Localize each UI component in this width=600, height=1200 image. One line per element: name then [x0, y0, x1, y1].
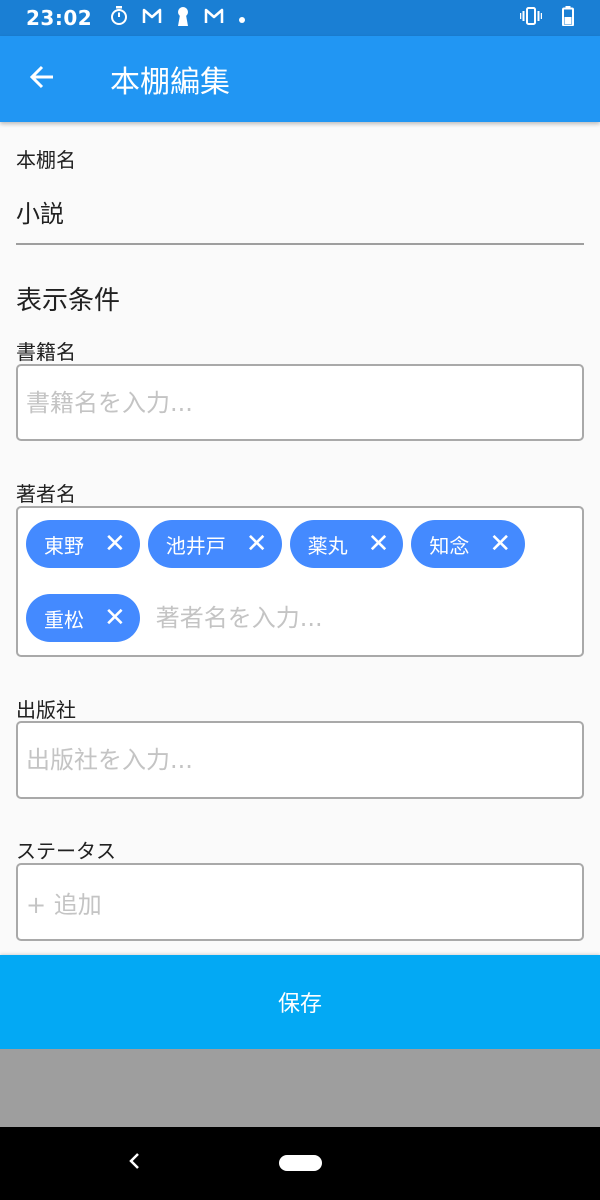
author-chip[interactable]: 薬丸 ✕	[289, 520, 404, 568]
vibrate-icon	[519, 6, 543, 30]
book-title-label: 書籍名	[16, 340, 76, 364]
status-field[interactable]: + 追加	[16, 863, 584, 941]
shelf-name-underline	[16, 243, 584, 245]
display-conditions-title: 表示条件	[16, 286, 121, 316]
page-title: 本棚編集	[110, 65, 230, 100]
battery-icon	[562, 6, 574, 30]
author-field: 東野 ✕ 池井戸 ✕ 薬丸 ✕ 知念 ✕ 重松 ✕	[16, 506, 584, 657]
dot-icon	[238, 9, 246, 28]
close-icon[interactable]: ✕	[489, 531, 511, 557]
app-bar: 本棚編集	[0, 36, 600, 122]
book-title-field	[16, 364, 584, 441]
chevron-left-icon	[127, 1151, 141, 1175]
status-bar: 23:02	[0, 0, 600, 36]
close-icon[interactable]: ✕	[246, 531, 268, 557]
status-time: 23:02	[26, 6, 93, 30]
back-button[interactable]	[0, 36, 86, 122]
gmail-icon	[204, 8, 224, 28]
author-chip[interactable]: 重松 ✕	[26, 594, 140, 642]
publisher-field	[16, 721, 584, 799]
shelf-name-input[interactable]: 小説	[16, 194, 64, 229]
author-input[interactable]	[147, 594, 574, 642]
chip-label: 知念	[429, 533, 470, 558]
nav-back-button[interactable]	[120, 1149, 148, 1177]
author-chip[interactable]: 知念 ✕	[411, 520, 526, 568]
author-chip-row: 東野 ✕ 池井戸 ✕ 薬丸 ✕ 知念 ✕	[26, 520, 574, 568]
keyhole-icon	[176, 6, 190, 30]
shelf-name-label: 本棚名	[16, 148, 76, 172]
save-button[interactable]: 保存	[0, 955, 600, 1049]
bottom-gray-area	[0, 1049, 600, 1127]
status-add-placeholder: + 追加	[26, 890, 102, 919]
status-right-icons	[519, 6, 574, 30]
author-chip[interactable]: 東野 ✕	[26, 520, 140, 568]
publisher-label: 出版社	[16, 698, 76, 722]
chip-label: 東野	[44, 533, 84, 558]
chip-label: 池井戸	[165, 533, 226, 558]
close-icon[interactable]: ✕	[104, 605, 126, 631]
book-title-input[interactable]	[18, 366, 582, 439]
status-label: ステータス	[16, 839, 116, 863]
chip-label: 薬丸	[307, 533, 348, 558]
status-left-icons	[110, 6, 246, 30]
publisher-input[interactable]	[18, 723, 582, 797]
close-icon[interactable]: ✕	[104, 531, 126, 557]
stopwatch-icon	[110, 6, 128, 30]
author-chip-row: 重松 ✕	[26, 594, 574, 642]
chip-label: 重松	[44, 607, 84, 632]
author-chip[interactable]: 池井戸 ✕	[147, 520, 282, 568]
close-icon[interactable]: ✕	[368, 531, 390, 557]
system-nav-bar	[0, 1127, 600, 1200]
gmail-icon	[142, 8, 162, 28]
author-label: 著者名	[16, 482, 76, 506]
nav-home-pill[interactable]	[279, 1155, 322, 1171]
arrow-left-icon	[29, 63, 57, 95]
